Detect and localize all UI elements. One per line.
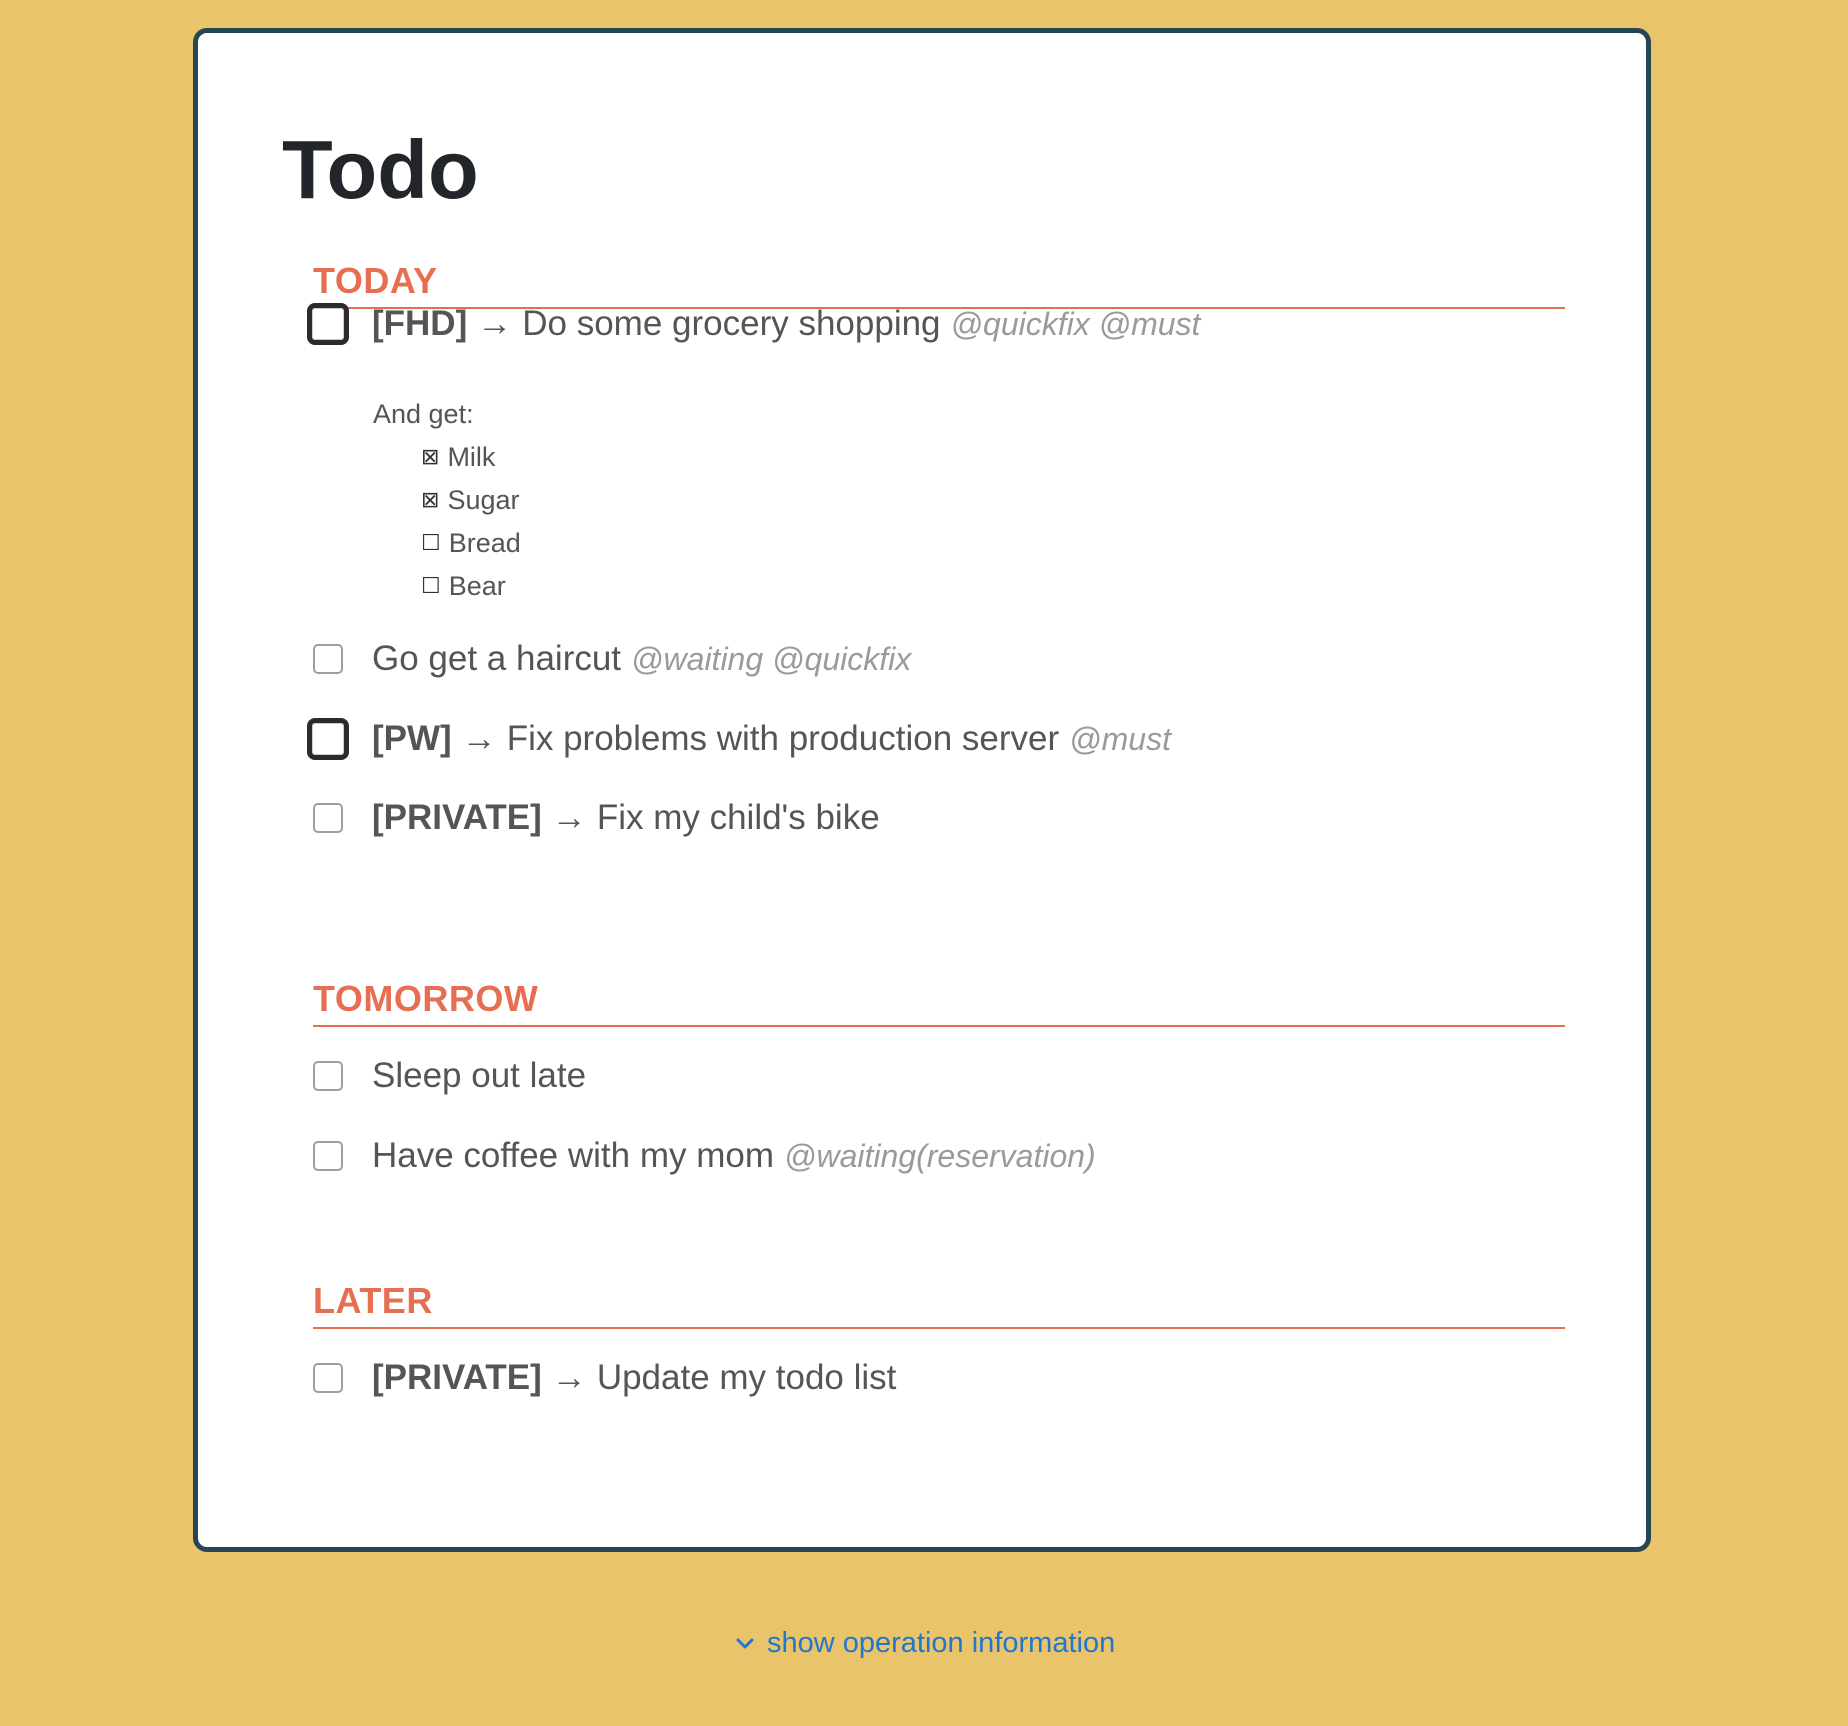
task-item: Have coffee with my mom @waiting(reserva… xyxy=(313,1136,1096,1176)
task-contexts: @must xyxy=(1069,720,1171,757)
show-operation-information-link[interactable]: show operation information xyxy=(733,1627,1115,1660)
task-tag: [PRIVATE] xyxy=(372,798,542,837)
task-text: Do some grocery shopping xyxy=(522,304,941,343)
note-subitem-label: Bear xyxy=(448,571,506,601)
note-subitem: ☐ Bear xyxy=(373,565,521,608)
task-checkbox[interactable] xyxy=(313,1141,343,1171)
task-checkbox[interactable] xyxy=(313,1061,343,1091)
task-text: Sleep out late xyxy=(372,1056,587,1095)
note-subitem-label: Bread xyxy=(448,528,521,558)
task-item: [PRIVATE] → Update my todo list xyxy=(313,1358,896,1398)
section-header: TOMORROW xyxy=(313,981,1565,1027)
task-contexts: @quickfix @must xyxy=(950,305,1201,342)
task-item: [PRIVATE] → Fix my child's bike xyxy=(313,798,880,838)
arrow-icon: → xyxy=(477,304,513,343)
task-checkbox[interactable] xyxy=(313,1363,343,1393)
unchecked-box-icon: ☐ xyxy=(421,574,441,599)
unchecked-box-icon: ☐ xyxy=(421,531,441,556)
chevron-down-icon xyxy=(736,1638,754,1648)
task-text: Fix problems with production server xyxy=(506,719,1060,758)
task-item: Go get a haircut @waiting @quickfix xyxy=(313,639,911,679)
note-subitem: ⊠ Sugar xyxy=(373,479,521,522)
note-subitem-label: Milk xyxy=(447,442,496,472)
section-header: LATER xyxy=(313,1283,1565,1329)
todo-card: Todo TODAY [FHD] → Do some grocery shopp… xyxy=(193,28,1651,1552)
task-contexts: @waiting @quickfix xyxy=(631,640,912,677)
task-tag: [PW] xyxy=(372,719,452,758)
note-subitem: ⊠ Milk xyxy=(373,436,521,479)
task-text: Fix my child's bike xyxy=(596,798,880,837)
section-today: TODAY [FHD] → Do some grocery shopping @… xyxy=(307,263,1565,837)
arrow-icon: → xyxy=(461,719,497,758)
task-tag: [PRIVATE] xyxy=(372,1358,542,1397)
task-note: And get: ⊠ Milk ⊠ Sugar ☐ Bread ☐ Bear xyxy=(373,393,521,608)
checked-box-icon: ⊠ xyxy=(421,445,440,470)
show-operation-information-label: show operation information xyxy=(767,1627,1116,1659)
note-subitem: ☐ Bread xyxy=(373,522,521,565)
note-heading: And get: xyxy=(373,399,474,429)
arrow-icon: → xyxy=(551,798,587,837)
checked-box-icon: ⊠ xyxy=(421,488,440,513)
page-title: Todo xyxy=(282,123,479,216)
task-tag: [FHD] xyxy=(372,304,468,343)
note-subitem-label: Sugar xyxy=(447,485,520,515)
task-text: Update my todo list xyxy=(596,1358,897,1397)
section-tomorrow: TOMORROW Sleep out late Have coffee with… xyxy=(313,981,1565,1175)
arrow-icon: → xyxy=(551,1358,587,1397)
task-checkbox[interactable] xyxy=(313,803,343,833)
task-checkbox[interactable] xyxy=(307,718,349,760)
task-contexts: @waiting(reservation) xyxy=(784,1137,1096,1174)
section-later: LATER [PRIVATE] → Update my todo list xyxy=(313,1283,1565,1397)
task-checkbox[interactable] xyxy=(307,303,349,345)
task-checkbox[interactable] xyxy=(313,644,343,674)
task-text: Have coffee with my mom xyxy=(372,1136,774,1175)
task-text: Go get a haircut xyxy=(372,639,622,678)
task-item: Sleep out late xyxy=(313,1056,586,1096)
task-item: [FHD] → Do some grocery shopping @quickf… xyxy=(307,303,1201,345)
task-item: [PW] → Fix problems with production serv… xyxy=(307,718,1171,760)
